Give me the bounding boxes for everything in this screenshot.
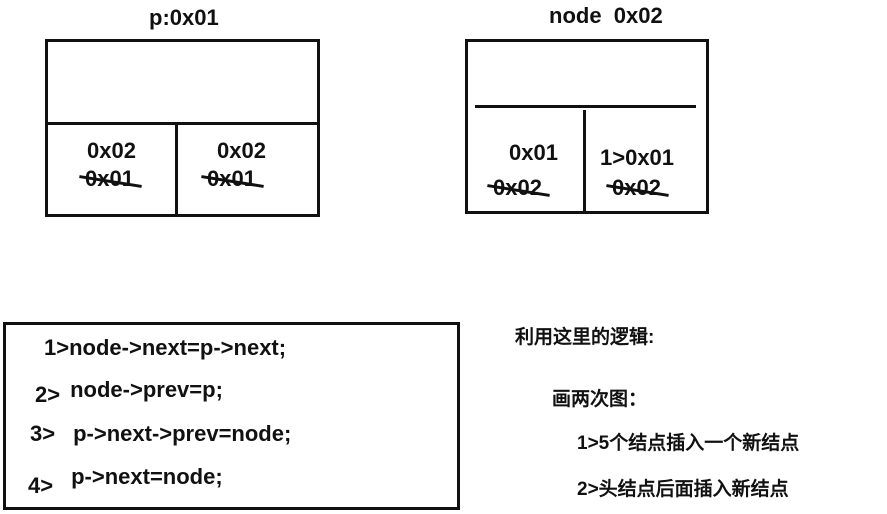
notes-heading: 利用这里的逻辑: bbox=[515, 327, 655, 348]
new-node-divider bbox=[475, 105, 696, 108]
step-code: node->next=p->next; bbox=[69, 335, 287, 360]
p-node-title: p:0x01 bbox=[149, 5, 219, 30]
p-next-new-value: 0x02 bbox=[217, 138, 266, 163]
p-node-divider bbox=[45, 122, 320, 125]
notes-item-1: 1>5个结点插入一个新结点 bbox=[577, 433, 800, 454]
node-next-new-value: 1>0x01 bbox=[600, 145, 675, 170]
node-title: node 0x02 bbox=[549, 3, 663, 28]
step-code: node->prev=p; bbox=[70, 377, 223, 402]
node-prev-old-value: 0x02 bbox=[487, 177, 550, 199]
code-step-4: 4> p->next=node; bbox=[28, 464, 223, 497]
step-number: 1> bbox=[44, 335, 70, 360]
code-step-1: 1>node->next=p->next; bbox=[44, 337, 286, 359]
step-number: 4> bbox=[28, 473, 54, 498]
code-step-2: 2> node->prev=p; bbox=[35, 377, 223, 406]
node-next-old-value: 0x02 bbox=[606, 177, 669, 199]
step-code: p->next->prev=node; bbox=[73, 421, 292, 446]
step-number: 2> bbox=[35, 382, 61, 407]
p-prev-old-value: 0x01 bbox=[79, 168, 142, 190]
node-prev-new-value: 0x01 bbox=[509, 140, 558, 165]
new-node-cell-divider bbox=[583, 110, 586, 214]
p-next-old-value: 0x01 bbox=[201, 168, 264, 190]
step-number: 3> bbox=[30, 421, 56, 446]
p-node-cell-divider bbox=[175, 122, 178, 217]
p-prev-new-value: 0x02 bbox=[87, 138, 136, 163]
notes-item-2: 2>头结点后面插入新结点 bbox=[577, 479, 789, 500]
step-code: p->next=node; bbox=[71, 464, 223, 489]
notes-subheading: 画两次图： bbox=[552, 389, 648, 410]
code-step-3: 3> p->next->prev=node; bbox=[30, 423, 291, 445]
